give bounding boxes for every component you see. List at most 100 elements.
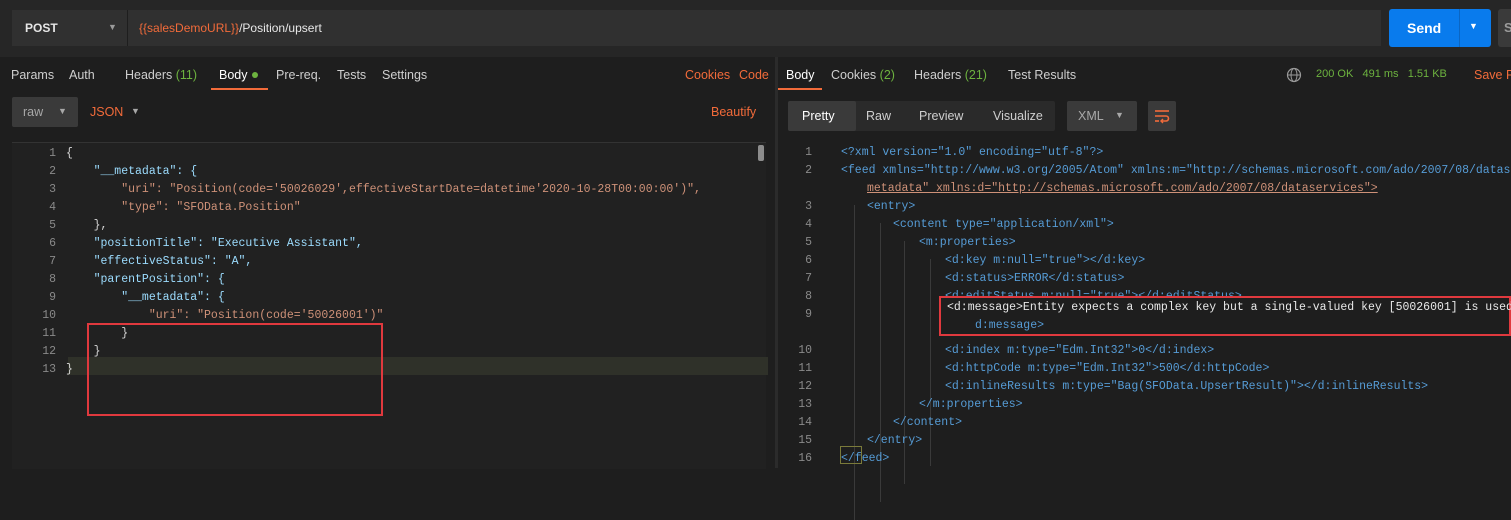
line-number: 10 bbox=[42, 309, 56, 322]
save-response-button[interactable]: Save R bbox=[1474, 68, 1511, 82]
line-number: 7 bbox=[805, 272, 812, 285]
xml-line: <content type="application/xml"> bbox=[893, 218, 1114, 231]
body-mode-select[interactable]: raw ▼ bbox=[12, 97, 78, 127]
url-input[interactable]: {{salesDemoURL}}/Position/upsert bbox=[128, 10, 1381, 46]
view-pretty[interactable]: Pretty bbox=[802, 109, 835, 123]
tab-label: Cookies bbox=[831, 68, 877, 82]
line-number: 9 bbox=[805, 308, 812, 321]
cookies-link[interactable]: Cookies bbox=[685, 68, 730, 82]
parent-position-highlight-box bbox=[87, 323, 383, 416]
body-format-select[interactable]: JSON bbox=[90, 105, 123, 119]
xml-line: <d:status>ERROR</d:status> bbox=[945, 272, 1125, 285]
tab-test-results[interactable]: Test Results bbox=[1008, 68, 1076, 82]
view-raw[interactable]: Raw bbox=[866, 109, 891, 123]
xml-line: <d:index m:type="Edm.Int32">0</d:index> bbox=[945, 344, 1215, 357]
chevron-down-icon[interactable]: ▼ bbox=[131, 106, 140, 116]
tab-count: (21) bbox=[964, 68, 987, 82]
tab-settings[interactable]: Settings bbox=[382, 68, 427, 82]
line-number: 12 bbox=[798, 380, 812, 393]
error-message-line: <d:message>Entity expects a complex key … bbox=[947, 301, 1511, 314]
xml-line: <d:httpCode m:type="Edm.Int32">500</d:ht… bbox=[945, 362, 1270, 375]
globe-icon[interactable] bbox=[1286, 67, 1302, 83]
xml-line: </content> bbox=[893, 416, 963, 429]
code-line: "uri": "Position(code='50026029',effecti… bbox=[66, 183, 701, 196]
body-mode-label: raw bbox=[23, 105, 44, 119]
indent-guide bbox=[854, 205, 855, 520]
tab-response-headers[interactable]: Headers (21) bbox=[914, 68, 987, 82]
beautify-button[interactable]: Beautify bbox=[711, 105, 756, 119]
line-number: 1 bbox=[49, 147, 56, 160]
send-label: Send bbox=[1407, 20, 1442, 36]
tab-response-body[interactable]: Body bbox=[786, 68, 815, 82]
view-visualize[interactable]: Visualize bbox=[993, 109, 1043, 123]
xml-line: </m:properties> bbox=[919, 398, 1023, 411]
request-bar: POST ▼ {{salesDemoURL}}/Position/upsert … bbox=[0, 0, 1511, 57]
method-label: POST bbox=[25, 21, 58, 35]
tab-params[interactable]: Params bbox=[11, 68, 54, 82]
url-text: {{salesDemoURL}}/Position/upsert bbox=[139, 21, 322, 35]
tab-count: (2) bbox=[879, 68, 895, 82]
response-size: 1.51 KB bbox=[1407, 68, 1447, 80]
xml-line: <d:inlineResults m:type="Bag(SFOData.Ups… bbox=[945, 380, 1429, 393]
line-number: 9 bbox=[49, 291, 56, 304]
method-select[interactable]: POST ▼ bbox=[12, 10, 128, 46]
line-number: 5 bbox=[49, 219, 56, 232]
bracket-match-highlight bbox=[840, 446, 862, 464]
tab-auth[interactable]: Auth bbox=[69, 68, 95, 82]
line-number: 11 bbox=[42, 327, 56, 340]
response-time: 491 ms bbox=[1362, 68, 1399, 80]
tab-tests[interactable]: Tests bbox=[337, 68, 366, 82]
save-button[interactable]: S bbox=[1498, 9, 1511, 47]
code-line: "effectiveStatus": "A", bbox=[66, 255, 253, 268]
response-panel: Body Cookies (2) Headers (21) Test Resul… bbox=[778, 57, 1511, 520]
line-number: 4 bbox=[805, 218, 812, 231]
indent-guide bbox=[904, 241, 905, 484]
tab-label: Headers bbox=[125, 68, 173, 82]
editor-scrollbar[interactable] bbox=[758, 145, 764, 161]
request-body-editor[interactable]: 1 2 3 4 5 6 7 8 9 10 11 12 13 { "__metad… bbox=[12, 142, 768, 469]
line-number: 5 bbox=[805, 236, 812, 249]
response-format-select[interactable]: XML ▼ bbox=[1067, 101, 1137, 131]
error-message-highlight-box: <d:message>Entity expects a complex key … bbox=[939, 296, 1511, 336]
code-line: "uri": "Position(code='50026001')" bbox=[66, 309, 384, 322]
send-divider bbox=[1459, 9, 1460, 47]
wrap-lines-button[interactable] bbox=[1148, 101, 1176, 131]
line-number: 8 bbox=[49, 273, 56, 286]
view-preview[interactable]: Preview bbox=[919, 109, 963, 123]
line-number: 2 bbox=[805, 164, 812, 177]
line-number: 12 bbox=[42, 345, 56, 358]
indent-guide bbox=[930, 259, 931, 466]
xml-line: <entry> bbox=[867, 200, 916, 213]
code-line: "__metadata": { bbox=[66, 165, 198, 178]
response-format-label: XML bbox=[1078, 109, 1104, 123]
line-number: 15 bbox=[798, 434, 812, 447]
xml-line: <feed xmlns="http://www.w3.org/2005/Atom… bbox=[841, 164, 1511, 177]
chevron-down-icon: ▼ bbox=[108, 22, 117, 32]
line-number: 8 bbox=[805, 290, 812, 303]
code-link[interactable]: Code bbox=[739, 68, 769, 82]
error-message-line-wrap: d:message> bbox=[975, 319, 1045, 332]
line-number: 13 bbox=[798, 398, 812, 411]
tab-headers[interactable]: Headers (11) bbox=[125, 68, 197, 82]
send-button[interactable]: Send ▼ bbox=[1389, 9, 1491, 47]
tab-label: Params bbox=[11, 68, 55, 82]
line-number: 11 bbox=[798, 362, 812, 375]
active-dot-icon bbox=[251, 72, 258, 78]
xml-line: <m:properties> bbox=[919, 236, 1016, 249]
status-code: 200 OK bbox=[1316, 68, 1354, 80]
tab-label: Auth bbox=[69, 68, 95, 82]
tab-response-cookies[interactable]: Cookies (2) bbox=[831, 68, 895, 82]
code-line: "type": "SFOData.Position" bbox=[66, 201, 301, 214]
line-number: 16 bbox=[798, 452, 812, 465]
code-line: { bbox=[66, 147, 73, 160]
tab-pre-request[interactable]: Pre-req. bbox=[276, 68, 321, 82]
line-number: 1 bbox=[805, 146, 812, 159]
request-panel: Params Auth Headers (11) Body Pre-req. T… bbox=[0, 57, 775, 469]
url-variable: {{salesDemoURL}} bbox=[139, 21, 240, 35]
line-number: 4 bbox=[49, 201, 56, 214]
send-options-chevron-icon[interactable]: ▼ bbox=[1469, 21, 1478, 31]
active-tab-underline bbox=[778, 88, 822, 90]
code-line: "__metadata": { bbox=[66, 291, 225, 304]
tab-body[interactable]: Body bbox=[219, 68, 258, 82]
active-tab-underline bbox=[211, 88, 268, 90]
